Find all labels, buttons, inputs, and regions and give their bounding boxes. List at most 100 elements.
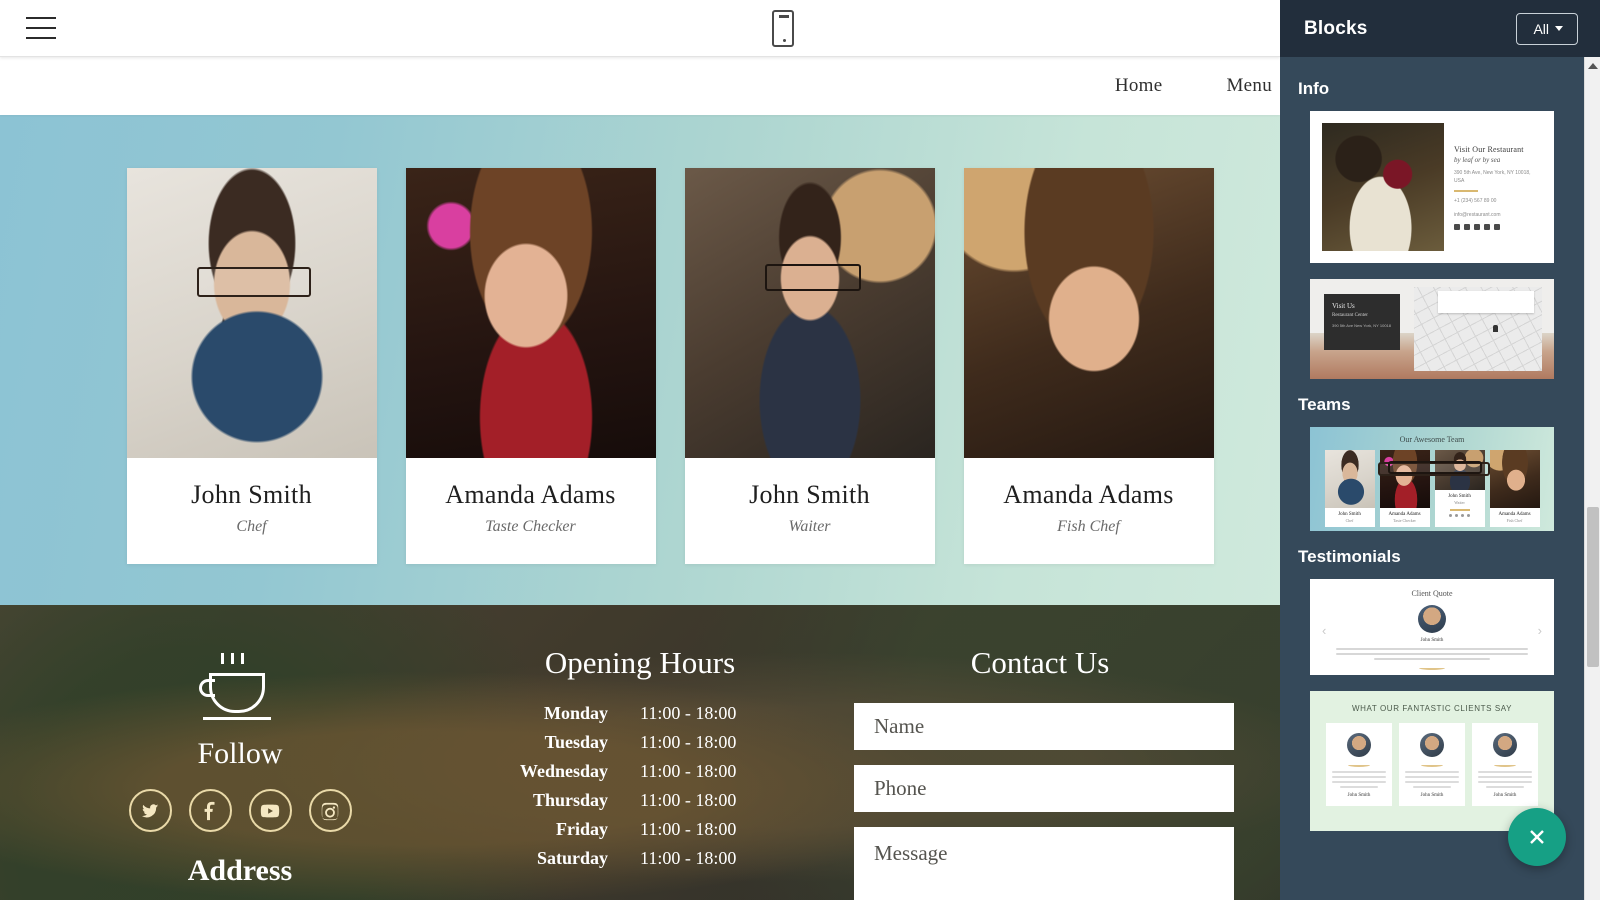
divider bbox=[1449, 509, 1470, 511]
block-thumb-heading: Visit Us bbox=[1332, 302, 1355, 310]
team-member-card[interactable]: John Smith Waiter bbox=[684, 168, 935, 564]
team-member-card[interactable]: Amanda Adams Taste Checker bbox=[405, 168, 656, 564]
scroll-up-arrow-icon[interactable] bbox=[1585, 57, 1600, 74]
hours-day: Tuesday bbox=[544, 732, 608, 752]
nav-item-home[interactable]: Home bbox=[1115, 75, 1163, 97]
block-thumb-team-awesome[interactable]: Our Awesome Team John Smith Chef Amanda … bbox=[1310, 427, 1554, 531]
hours-row: Monday 11:00 - 18:00 bbox=[440, 703, 840, 724]
contact-us-title: Contact Us bbox=[970, 645, 1110, 680]
member-photo bbox=[1324, 450, 1375, 508]
block-thumb-heading: WHAT OUR FANTASTIC CLIENTS SAY bbox=[1351, 704, 1513, 713]
youtube-icon[interactable] bbox=[248, 789, 292, 832]
phone-placeholder: Phone bbox=[874, 776, 927, 800]
member-role: Chef bbox=[1345, 518, 1354, 523]
team-member-card[interactable]: John Smith Chef bbox=[126, 168, 377, 564]
follow-title: Follow bbox=[197, 737, 283, 770]
avatar bbox=[1347, 733, 1371, 757]
twitter-icon[interactable] bbox=[128, 789, 172, 832]
hours-time: 11:00 - 18:00 bbox=[640, 848, 737, 868]
facebook-icon[interactable] bbox=[188, 789, 232, 832]
client-author: John Smith bbox=[1347, 793, 1371, 798]
hours-time: 11:00 - 18:00 bbox=[640, 732, 737, 752]
squiggle-divider bbox=[1421, 763, 1443, 767]
mobile-preview-icon[interactable] bbox=[772, 10, 794, 47]
site-canvas: Home Menu John Smith Chef Amanda Adams T… bbox=[0, 57, 1280, 900]
block-thumb-testimonial-quote[interactable]: Client Quote ‹ › John Smith bbox=[1310, 579, 1554, 675]
scrollbar-thumb[interactable] bbox=[1587, 507, 1599, 667]
footer-hours-column: Opening Hours Monday 11:00 - 18:00 Tuesd… bbox=[440, 643, 840, 900]
block-thumb-subheading: Restaurant Center bbox=[1332, 313, 1368, 318]
site-navbar: Home Menu bbox=[0, 57, 1280, 115]
hours-day: Monday bbox=[543, 703, 608, 723]
quote-author: John Smith bbox=[1420, 638, 1444, 643]
builder-app: Home Menu John Smith Chef Amanda Adams T… bbox=[0, 0, 1600, 900]
hours-day: Wednesday bbox=[519, 761, 608, 781]
message-field[interactable]: Message bbox=[854, 827, 1234, 900]
team-member-card[interactable]: Amanda Adams Fish Chef bbox=[963, 168, 1214, 564]
divider bbox=[1454, 190, 1478, 192]
block-thumb-heading: Visit Our Restaurant bbox=[1454, 145, 1524, 154]
member-role: Fish Chef bbox=[1506, 518, 1523, 523]
close-icon bbox=[1530, 830, 1544, 844]
avatar bbox=[1418, 605, 1446, 633]
hours-row: Tuesday 11:00 - 18:00 bbox=[440, 732, 840, 753]
member-photo bbox=[1489, 450, 1540, 508]
phone-field[interactable]: Phone bbox=[854, 765, 1234, 812]
opening-hours-list: Monday 11:00 - 18:00 Tuesday 11:00 - 18:… bbox=[440, 703, 840, 869]
client-author: John Smith bbox=[1493, 793, 1517, 798]
member-role: Chef bbox=[236, 518, 267, 535]
member-role: Fish Chef bbox=[1057, 518, 1120, 535]
thumb-member-card: Amanda Adams Fish Chef bbox=[1489, 450, 1540, 527]
member-role: Taste Checker bbox=[1393, 518, 1416, 523]
hours-day: Friday bbox=[556, 819, 608, 839]
squiggle-divider bbox=[1419, 666, 1445, 670]
block-thumb-image bbox=[1322, 123, 1444, 251]
block-thumb-address: 390 5th Ave, New York, NY 10018, USA bbox=[1454, 170, 1531, 184]
blocks-filter-dropdown[interactable]: All bbox=[1516, 12, 1578, 45]
hours-row: Thursday 11:00 - 18:00 bbox=[440, 790, 840, 811]
social-links bbox=[40, 789, 440, 832]
member-name: John Smith bbox=[1338, 512, 1361, 517]
member-name: Amanda Adams bbox=[1003, 480, 1174, 509]
contact-form: Name Phone Message bbox=[840, 703, 1240, 900]
hours-row: Saturday 11:00 - 18:00 bbox=[440, 848, 840, 869]
nav-item-menu[interactable]: Menu bbox=[1226, 75, 1272, 97]
social-dots bbox=[1435, 514, 1485, 517]
thumb-member-card: John Smith Waiter bbox=[1434, 450, 1485, 527]
member-name: Amanda Adams bbox=[1388, 512, 1421, 517]
member-role: Taste Checker bbox=[485, 518, 576, 535]
map-infobox bbox=[1438, 291, 1534, 313]
block-thumb-heading: Client Quote bbox=[1411, 589, 1453, 598]
block-thumb-info-restaurant[interactable]: Visit Our Restaurant by leaf or by sea 3… bbox=[1310, 111, 1554, 263]
member-photo bbox=[1434, 450, 1485, 490]
name-field[interactable]: Name bbox=[854, 703, 1234, 750]
blocks-panel-body[interactable]: Info Visit Our Restaurant by leaf or by … bbox=[1280, 57, 1584, 900]
avatar bbox=[1493, 733, 1517, 757]
close-panel-button[interactable] bbox=[1508, 808, 1566, 866]
blocks-filter-label: All bbox=[1533, 20, 1549, 37]
client-text bbox=[1332, 771, 1386, 788]
block-thumb-socials bbox=[1454, 224, 1542, 230]
block-thumb-info-map[interactable]: Visit Us Restaurant Center 390 5th Ave N… bbox=[1310, 279, 1554, 379]
footer-follow-column: Follow Address bbox=[40, 643, 440, 900]
member-name: Amanda Adams bbox=[445, 480, 616, 509]
client-card: John Smith bbox=[1472, 723, 1538, 806]
opening-hours-title: Opening Hours bbox=[544, 645, 736, 680]
instagram-icon[interactable] bbox=[308, 789, 352, 832]
blocks-panel-title: Blocks bbox=[1304, 17, 1368, 39]
group-title-testimonials: Testimonials bbox=[1298, 547, 1401, 566]
block-thumb-subheading: by leaf or by sea bbox=[1454, 156, 1501, 164]
hours-row: Wednesday 11:00 - 18:00 bbox=[440, 761, 840, 782]
blocks-panel-header: Blocks All bbox=[1280, 0, 1600, 57]
group-title-info: Info bbox=[1298, 79, 1330, 98]
block-thumb-heading: Our Awesome Team bbox=[1399, 435, 1465, 444]
hours-row: Friday 11:00 - 18:00 bbox=[440, 819, 840, 840]
block-thumb-testimonial-clients[interactable]: WHAT OUR FANTASTIC CLIENTS SAY John Smit… bbox=[1310, 691, 1554, 831]
panel-scrollbar[interactable] bbox=[1584, 57, 1600, 900]
site-footer: Follow Address Opening Hours Monday 11:0… bbox=[0, 605, 1280, 900]
member-photo bbox=[963, 168, 1214, 458]
hamburger-menu-icon[interactable] bbox=[26, 14, 56, 42]
avatar bbox=[1420, 733, 1444, 757]
client-card: John Smith bbox=[1399, 723, 1465, 806]
member-name: John Smith bbox=[1448, 494, 1471, 499]
